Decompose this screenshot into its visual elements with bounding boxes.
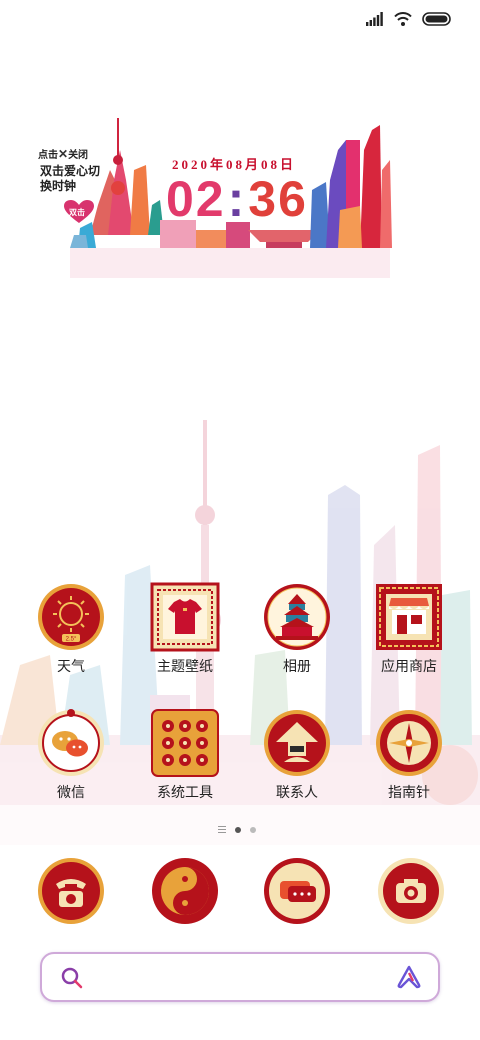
dock-yin-yang[interactable] [150,856,220,926]
app-label: 天气 [57,658,85,674]
app-system-tools[interactable]: 系统工具 [130,708,240,802]
wifi-icon [394,12,412,26]
app-label: 微信 [57,784,85,800]
wechat-chat-icon [38,709,104,776]
app-label: 系统工具 [157,784,213,800]
gallery-temple-icon [264,584,330,650]
page-dot-active[interactable] [235,826,241,833]
compass-icon [376,710,442,776]
app-label: 相册 [283,658,311,674]
app-label: 指南针 [388,784,430,800]
signal-icon [366,12,383,26]
skyline-clock-widget[interactable]: 点击✕关闭 双击爱心切换时钟 双击 2020年08月08日 02:36 [30,110,400,290]
app-gallery[interactable]: 相册 [242,582,352,676]
messages-icon [264,858,330,924]
page-indicator-menu[interactable] [218,826,226,833]
assistant-icon[interactable] [396,965,422,989]
search-input[interactable] [94,964,384,992]
contacts-person-icon [264,710,330,776]
phone-icon [38,858,104,924]
yin-yang-icon [152,858,218,924]
app-compass[interactable]: 指南针 [354,708,464,802]
dock-messages[interactable] [262,856,332,926]
battery-icon [422,12,451,26]
time-minute: 36 [248,171,308,227]
app-weather[interactable]: 2.5° 天气 [16,582,126,676]
close-hint-prefix: 点击 [38,150,58,161]
heart-label: 双击 [69,208,85,217]
widget-title: 双击爱心切换时钟 [40,164,101,193]
system-tools-folder-icon [151,709,219,777]
app-store-shop-icon [376,584,442,650]
close-icon: ✕ [58,147,69,161]
app-label: 主题壁纸 [157,658,213,674]
search-icon[interactable] [60,966,84,990]
time-colon: : [227,171,247,227]
camera-icon [378,858,444,924]
status-bar [0,0,480,40]
app-store[interactable]: 应用商店 [354,582,464,676]
close-hint-suffix: 关闭 [68,150,89,161]
app-label: 应用商店 [381,658,437,674]
app-wechat[interactable]: 微信 [16,708,126,802]
page-indicator[interactable] [218,826,256,833]
theme-tshirt-icon [150,582,220,652]
dock-phone[interactable] [36,856,106,926]
weather-sun-icon: 2.5° [38,584,104,650]
app-contacts[interactable]: 联系人 [242,708,352,802]
close-hint[interactable]: 点击✕关闭 [38,146,88,161]
app-theme-wallpaper[interactable]: 主题壁纸 [130,582,240,676]
page-dot[interactable] [250,826,256,833]
search-bar[interactable] [40,952,440,1002]
time-hour: 02 [166,171,226,227]
app-label: 联系人 [276,784,318,800]
weather-badge: 2.5° [66,637,77,643]
widget-time: 02:36 [166,170,308,228]
dock-camera[interactable] [376,856,446,926]
